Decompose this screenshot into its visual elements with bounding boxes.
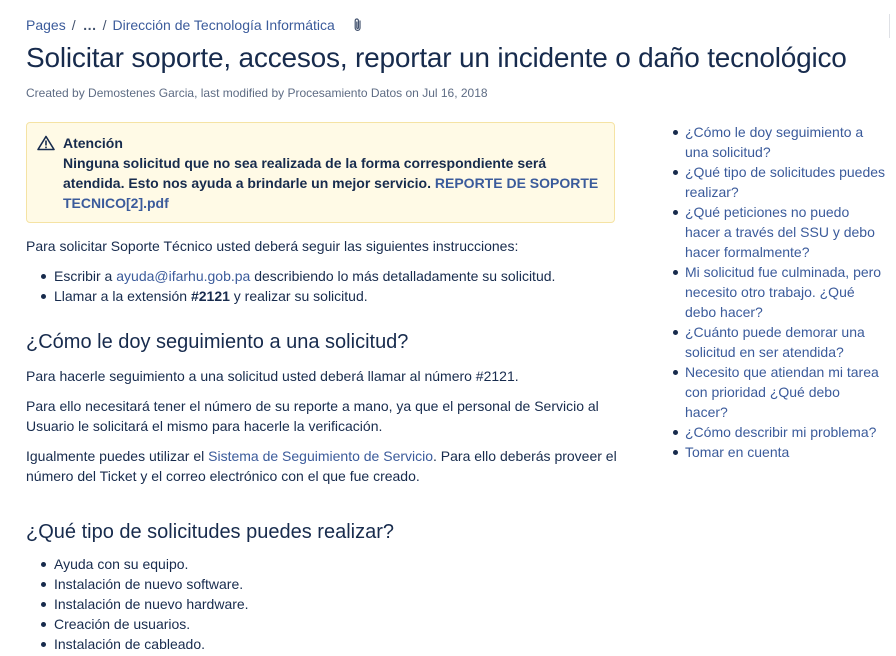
paragraph: Para ello necesitará tener el número de … xyxy=(26,398,599,434)
paragraph: Para hacerle seguimiento a una solicitud… xyxy=(26,368,519,384)
email-instruction-suffix: describiendo lo más detalladamente su so… xyxy=(254,268,556,284)
paragraph-prefix: Igualmente puedes utilizar el xyxy=(26,448,205,464)
toc-item: ¿Qué tipo de solicitudes puedes realizar… xyxy=(671,162,886,202)
breadcrumb-ellipsis-button[interactable]: … xyxy=(83,17,97,33)
paragraph: Igualmente puedes utilizar el Sistema de… xyxy=(26,446,626,486)
toc-link[interactable]: ¿Cuánto puede demorar una solicitud en s… xyxy=(685,324,865,360)
toc-item: Mi solicitud fue culminada, pero necesit… xyxy=(671,262,886,322)
toc-item: ¿Qué peticiones no puedo hacer a través … xyxy=(671,202,886,262)
extension-instruction-suffix: y realizar su solicitud. xyxy=(233,288,368,304)
support-email-link[interactable]: ayuda@ifarhu.gob.pa xyxy=(116,268,250,284)
toc-link[interactable]: ¿Qué tipo de solicitudes puedes realizar… xyxy=(685,164,885,200)
toc-link[interactable]: Mi solicitud fue culminada, pero necesit… xyxy=(685,264,881,320)
paperclip-icon[interactable] xyxy=(351,17,365,33)
list-item: Instalación de nuevo hardware. xyxy=(41,594,626,614)
breadcrumb-parent-link[interactable]: Dirección de Tecnología Informática xyxy=(112,17,334,33)
warning-triangle-icon xyxy=(37,135,55,151)
breadcrumb-pages-link[interactable]: Pages xyxy=(26,17,66,33)
toc-item: Necesito que atiendan mi tarea con prior… xyxy=(671,362,886,422)
list-item: Creación de usuarios. xyxy=(41,614,626,634)
extension-number: #2121 xyxy=(190,288,230,304)
breadcrumb-separator: / xyxy=(71,17,76,33)
warning-message: Ninguna solicitud que no sea realizada d… xyxy=(63,153,600,213)
extension-instruction-prefix: Llamar a la extensión xyxy=(54,288,188,304)
email-instruction-prefix: Escribir a xyxy=(54,268,113,284)
breadcrumb: Pages / … / Dirección de Tecnología Info… xyxy=(26,15,365,35)
list-item: Ayuda con su equipo. xyxy=(41,554,626,574)
section-heading-seguimiento: ¿Cómo le doy seguimiento a una solicitud… xyxy=(26,331,409,353)
list-item: Llamar a la extensión #2121 y realizar s… xyxy=(41,286,626,306)
page-byline: Created by Demostenes Garcia, last modif… xyxy=(26,86,488,100)
toc-link[interactable]: Necesito que atiendan mi tarea con prior… xyxy=(685,364,879,420)
toc-link[interactable]: ¿Cómo le doy seguimiento a una solicitud… xyxy=(685,124,863,160)
list-item: Escribir a ayuda@ifarhu.gob.pa describie… xyxy=(41,266,626,286)
tracking-system-link[interactable]: Sistema de Seguimiento de Servicio xyxy=(208,448,433,464)
toc-link[interactable]: ¿Cómo describir mi problema? xyxy=(685,424,876,440)
breadcrumb-separator: / xyxy=(102,17,107,33)
toc-link[interactable]: ¿Qué peticiones no puedo hacer a través … xyxy=(685,204,875,260)
list-item: Instalación de cableado. xyxy=(41,634,626,654)
list-item: Instalación de nuevo software. xyxy=(41,574,626,594)
page-content: Para solicitar Soporte Técnico usted deb… xyxy=(26,236,626,654)
intro-text: Para solicitar Soporte Técnico usted deb… xyxy=(26,238,519,254)
warning-title: Atención xyxy=(63,135,123,151)
section-heading-tipos: ¿Qué tipo de solicitudes puedes realizar… xyxy=(26,521,394,543)
toc-item: ¿Cuánto puede demorar una solicitud en s… xyxy=(671,322,886,362)
toc-item: ¿Cómo describir mi problema? xyxy=(671,422,886,442)
instructions-list: Escribir a ayuda@ifarhu.gob.pa describie… xyxy=(26,266,626,306)
table-of-contents: ¿Cómo le doy seguimiento a una solicitud… xyxy=(671,122,886,462)
page-edge-divider xyxy=(889,14,896,38)
confluence-page: Pages / … / Dirección de Tecnología Info… xyxy=(0,0,896,656)
warning-panel: Atención Ninguna solicitud que no sea re… xyxy=(26,122,615,223)
page-title: Solicitar soporte, accesos, reportar un … xyxy=(26,42,847,73)
request-types-list: Ayuda con su equipo. Instalación de nuev… xyxy=(26,554,626,654)
toc-link[interactable]: Tomar en cuenta xyxy=(685,444,789,460)
toc-item: Tomar en cuenta xyxy=(671,442,886,462)
toc-item: ¿Cómo le doy seguimiento a una solicitud… xyxy=(671,122,886,162)
